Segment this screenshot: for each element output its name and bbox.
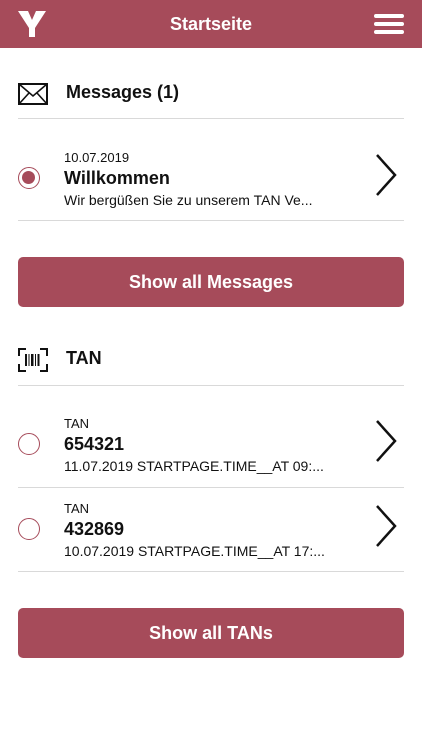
- message-date: 10.07.2019: [64, 150, 130, 165]
- tan-title: TAN: [66, 348, 102, 368]
- divider: [18, 571, 404, 572]
- message-list-item[interactable]: 10.07.2019 Willkommen Wir bergüßen Sie z…: [18, 136, 404, 220]
- chevron-right-icon[interactable]: [374, 502, 398, 550]
- chevron-right-icon[interactable]: [374, 417, 398, 465]
- divider: [18, 118, 404, 119]
- tan-code: 432869: [64, 519, 125, 539]
- message-unread-indicator[interactable]: [18, 167, 40, 189]
- chevron-right-icon[interactable]: [374, 151, 398, 199]
- message-preview: Wir bergüßen Sie zu unserem TAN Ve...: [64, 192, 313, 208]
- message-subject: Willkommen: [64, 168, 170, 188]
- page-title: Startseite: [169, 14, 253, 34]
- tan-radio[interactable]: [18, 518, 40, 540]
- show-all-tans-button[interactable]: Show all TANs: [18, 608, 404, 658]
- show-all-messages-button[interactable]: Show all Messages: [18, 257, 404, 307]
- tan-list-item[interactable]: TAN 432869 10.07.2019 STARTPAGE.TIME__AT…: [18, 487, 404, 571]
- tan-detail: 11.07.2019 STARTPAGE.TIME__AT 09:...: [64, 458, 324, 474]
- tan-code: 654321: [64, 434, 125, 454]
- messages-section-header: Messages (1): [18, 74, 404, 114]
- tan-section-header: TAN: [18, 340, 404, 380]
- tan-list-item[interactable]: TAN 654321 11.07.2019 STARTPAGE.TIME__AT…: [18, 402, 404, 486]
- divider: [18, 220, 404, 221]
- messages-title: Messages (1): [66, 82, 180, 102]
- divider: [18, 385, 404, 386]
- envelope-icon: [18, 83, 48, 105]
- tan-label: TAN: [64, 501, 90, 516]
- tan-detail: 10.07.2019 STARTPAGE.TIME__AT 17:...: [64, 543, 325, 559]
- tan-radio[interactable]: [18, 433, 40, 455]
- tan-label: TAN: [64, 416, 90, 431]
- barcode-scan-icon: [18, 348, 48, 372]
- hamburger-menu-icon[interactable]: [374, 14, 404, 34]
- app-header: Startseite: [0, 0, 422, 48]
